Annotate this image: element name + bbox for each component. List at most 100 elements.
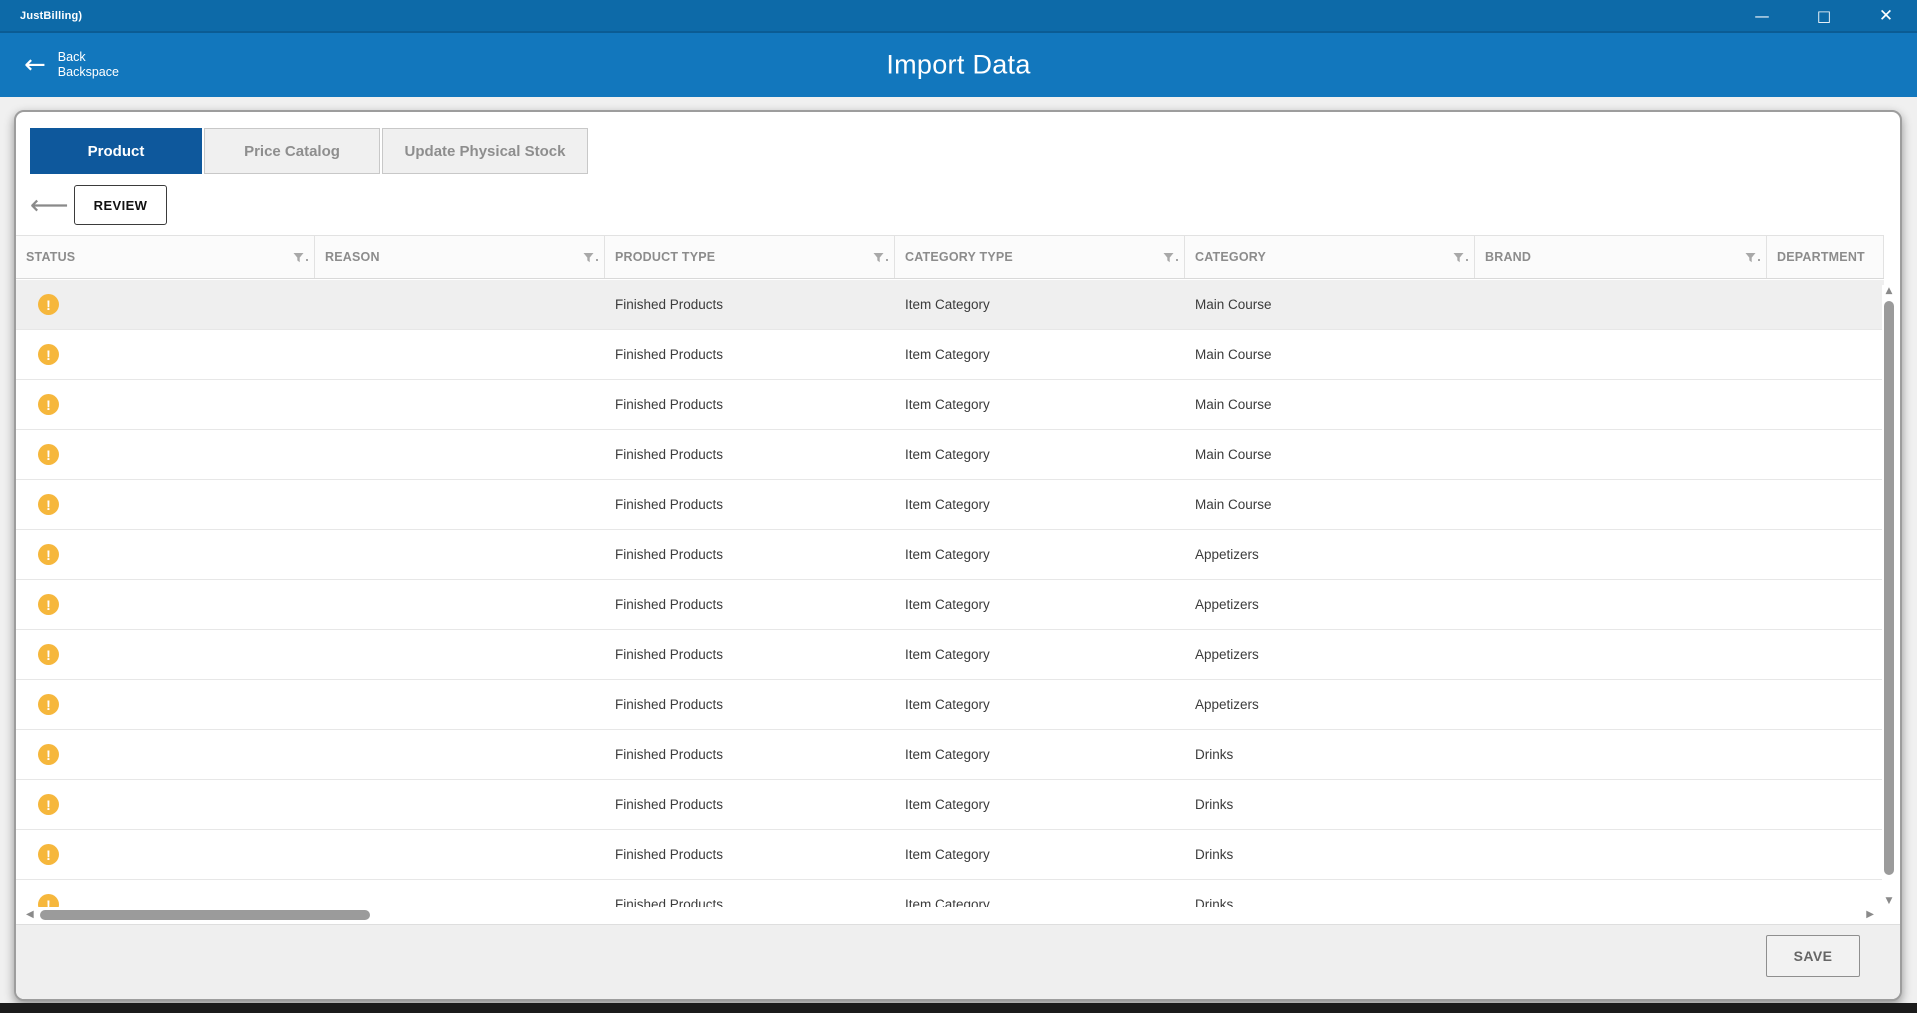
tab-update-physical-stock[interactable]: Update Physical Stock <box>382 128 588 174</box>
tab-price-catalog[interactable]: Price Catalog <box>204 128 380 174</box>
minimize-button[interactable]: — <box>1731 0 1793 31</box>
status-cell: ! <box>16 444 315 465</box>
filter-dot <box>596 258 598 261</box>
grid-back-arrow-icon[interactable]: ⟵ <box>30 192 74 219</box>
table-row[interactable]: ! Finished Products Item Category Drinks <box>16 730 1884 780</box>
table-row[interactable]: ! Finished Products Item Category Drinks <box>16 780 1884 830</box>
product-type-cell: Finished Products <box>615 797 724 812</box>
category-type-cell: Item Category <box>905 647 990 662</box>
warning-icon: ! <box>38 744 59 765</box>
category-cell: Drinks <box>1195 897 1234 907</box>
category-type-cell: Item Category <box>905 547 990 562</box>
scroll-up-icon[interactable]: ▲ <box>1882 285 1896 297</box>
warning-icon: ! <box>38 544 59 565</box>
import-data-card: Product Price Catalog Update Physical St… <box>14 110 1902 1001</box>
column-header-label: CATEGORY <box>1195 250 1267 264</box>
column-header[interactable]: CATEGORY TYPE <box>895 236 1185 278</box>
table-row[interactable]: ! Finished Products Item Category Drinks <box>16 880 1884 907</box>
filter-icon[interactable] <box>583 252 598 263</box>
category-type-cell: Item Category <box>905 697 990 712</box>
category-cell: Appetizers <box>1195 647 1259 662</box>
back-button[interactable]: ← Back Backspace <box>24 50 119 80</box>
category-type-cell: Item Category <box>905 897 990 907</box>
column-header[interactable]: BRAND <box>1475 236 1767 278</box>
app-window: JustBilling) — □ ✕ ← Back Backspace Impo… <box>0 0 1917 1013</box>
tab-product[interactable]: Product <box>30 128 202 174</box>
column-header-label: REASON <box>325 250 380 264</box>
status-cell: ! <box>16 344 315 365</box>
app-logo: JustBilling) <box>20 9 83 22</box>
product-type-cell: Finished Products <box>615 647 724 662</box>
filter-dot <box>1466 258 1468 261</box>
warning-icon: ! <box>38 294 59 315</box>
table-row[interactable]: ! Finished Products Item Category Appeti… <box>16 580 1884 630</box>
filter-dot <box>886 258 888 261</box>
category-cell: Appetizers <box>1195 597 1259 612</box>
warning-icon: ! <box>38 444 59 465</box>
status-cell: ! <box>16 694 315 715</box>
warning-icon: ! <box>38 694 59 715</box>
column-header[interactable]: DEPARTMENT <box>1767 236 1884 278</box>
column-header[interactable]: CATEGORY <box>1185 236 1475 278</box>
table-row[interactable]: ! Finished Products Item Category Main C… <box>16 430 1884 480</box>
product-type-cell: Finished Products <box>615 397 724 412</box>
scroll-down-icon[interactable]: ▼ <box>1882 895 1896 907</box>
category-type-cell: Item Category <box>905 297 990 312</box>
vertical-scrollbar-thumb[interactable] <box>1884 301 1894 875</box>
save-button[interactable]: SAVE <box>1766 935 1860 977</box>
table-row[interactable]: ! Finished Products Item Category Main C… <box>16 380 1884 430</box>
title-bar: JustBilling) — □ ✕ <box>0 0 1917 31</box>
table-row[interactable]: ! Finished Products Item Category Appeti… <box>16 630 1884 680</box>
column-header[interactable]: STATUS <box>16 236 315 278</box>
table-row[interactable]: ! Finished Products Item Category Main C… <box>16 480 1884 530</box>
scroll-left-icon[interactable]: ◀ <box>26 909 34 921</box>
vertical-scrollbar[interactable]: ▲ ▼ <box>1882 285 1896 907</box>
nav-header: ← Back Backspace Import Data <box>0 31 1917 97</box>
table-row[interactable]: ! Finished Products Item Category Drinks <box>16 830 1884 880</box>
warning-icon: ! <box>38 494 59 515</box>
filter-icon[interactable] <box>1453 252 1468 263</box>
product-type-cell: Finished Products <box>615 497 724 512</box>
filter-icon[interactable] <box>293 252 308 263</box>
status-cell: ! <box>16 744 315 765</box>
warning-icon: ! <box>38 794 59 815</box>
window-bottom-edge <box>0 1003 1917 1013</box>
column-header[interactable]: PRODUCT TYPE <box>605 236 895 278</box>
column-header-label: STATUS <box>26 250 76 264</box>
page-title: Import Data <box>886 49 1031 80</box>
product-type-cell: Finished Products <box>615 597 724 612</box>
filter-dot <box>1176 258 1178 261</box>
category-type-cell: Item Category <box>905 747 990 762</box>
grid-body: ! Finished Products Item Category Main C… <box>16 280 1884 907</box>
horizontal-scrollbar-thumb[interactable] <box>40 910 370 920</box>
table-row[interactable]: ! Finished Products Item Category Main C… <box>16 330 1884 380</box>
product-type-cell: Finished Products <box>615 547 724 562</box>
scroll-right-icon[interactable]: ▶ <box>1866 909 1874 921</box>
back-label: Back <box>57 50 86 64</box>
filter-dot <box>306 258 308 261</box>
warning-icon: ! <box>38 844 59 865</box>
status-cell: ! <box>16 894 315 907</box>
category-type-cell: Item Category <box>905 497 990 512</box>
category-cell: Appetizers <box>1195 547 1259 562</box>
category-type-cell: Item Category <box>905 447 990 462</box>
status-cell: ! <box>16 494 315 515</box>
product-type-cell: Finished Products <box>615 297 724 312</box>
review-button[interactable]: REVIEW <box>74 185 167 225</box>
status-cell: ! <box>16 594 315 615</box>
warning-icon: ! <box>38 394 59 415</box>
horizontal-scrollbar[interactable]: ◀ ▶ <box>24 907 1876 923</box>
table-row[interactable]: ! Finished Products Item Category Main C… <box>16 280 1884 330</box>
tab-bar: Product Price Catalog Update Physical St… <box>30 128 588 174</box>
close-button[interactable]: ✕ <box>1855 0 1917 31</box>
maximize-button[interactable]: □ <box>1793 0 1855 31</box>
filter-icon[interactable] <box>873 252 888 263</box>
table-row[interactable]: ! Finished Products Item Category Appeti… <box>16 530 1884 580</box>
category-cell: Main Course <box>1195 397 1272 412</box>
filter-icon[interactable] <box>1163 252 1178 263</box>
status-cell: ! <box>16 294 315 315</box>
table-row[interactable]: ! Finished Products Item Category Appeti… <box>16 680 1884 730</box>
filter-icon[interactable] <box>1745 252 1760 263</box>
column-header[interactable]: REASON <box>315 236 605 278</box>
category-cell: Drinks <box>1195 747 1234 762</box>
